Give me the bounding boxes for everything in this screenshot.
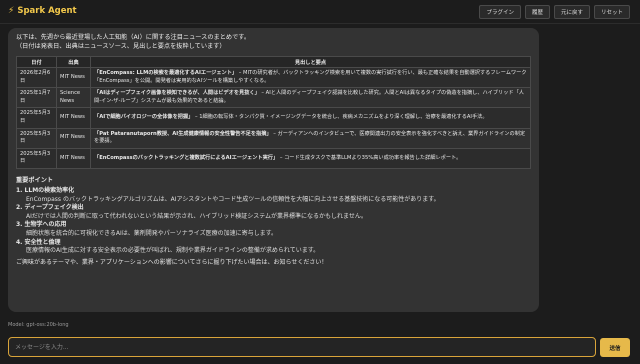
message-intro: 以下は、先週から最近登場した人工知能（AI）に関する注目ニュースのまとめです。 … <box>16 33 531 51</box>
row-headline: 「Pat Pataranutaporn教授、AI生成健康情報の安全性警告不足を指… <box>94 130 272 137</box>
assistant-message: 以下は、先週から最近登場した人工知能（AI）に関する注目ニュースのまとめです。 … <box>8 28 539 312</box>
model-label: Model: gpt-oss:20b-long <box>8 322 69 328</box>
row-summary: 「Pat Pataranutaporn教授、AI生成健康情報の安全性警告不足を指… <box>90 127 531 149</box>
row-source: Science News <box>56 87 91 109</box>
row-headline: 「AIで細胞バイオロジーの全体像を把握」 <box>94 114 194 121</box>
table-row: 2025年5月3日 MIT News 「AIで細胞バイオロジーの全体像を把握」 … <box>16 107 531 129</box>
plugins-button[interactable]: プラグイン <box>479 5 521 19</box>
reset-button[interactable]: リセット <box>593 5 630 19</box>
app-brand: ⚡ Spark Agent <box>8 6 77 16</box>
column-header-source: 出典 <box>56 56 91 68</box>
point-desc: 細胞状態を統合的に可視化できるAIは、薬剤開発やパーソナライズ医療の加速に寄与し… <box>26 229 277 237</box>
key-points-list: 1. LLMの検索効率化 EnCompass のバックトラッキングアルゴリズムは… <box>16 187 531 256</box>
point-title: 1. LLMの検索効率化 <box>16 186 75 194</box>
table-row: 2025年5月3日 MIT News 「Pat Pataranutaporn教授… <box>16 127 531 149</box>
list-item: 3. 生物学への応用 細胞状態を統合的に可視化できるAIは、薬剤開発やパーソナラ… <box>16 221 531 238</box>
bolt-icon: ⚡ <box>8 6 15 16</box>
top-bar: ⚡ Spark Agent プラグイン 履歴 元に戻す リセット <box>0 0 640 24</box>
app-title: Spark Agent <box>17 6 77 16</box>
row-source: MIT News <box>56 107 91 129</box>
row-headline: 「EnCompass: LLMの検索を最適化するAIエージェント」 <box>94 70 238 76</box>
table-header-row: 日付 出典 見出しと要点 <box>16 56 531 68</box>
row-headline: 「AIはディープフェイク画像を検知できるが、人間はビデオを見抜く」 <box>94 90 260 97</box>
list-item: 4. 安全性と倫理 医療情報のAI生成に対する安全表示の必要性が叫ばれ、規制や業… <box>16 239 531 256</box>
row-date: 2025年5月3日 <box>16 127 57 149</box>
table-row: 2026年2月6日 MIT News 「EnCompass: LLMの検索を最適… <box>16 66 531 89</box>
news-table: 日付 出典 見出しと要点 2026年2月6日 MIT News 「EnCompa… <box>16 56 531 169</box>
point-desc: EnCompass のバックトラッキングアルゴリズムは、AIアシスタントやコード… <box>26 195 440 203</box>
row-source: MIT News <box>56 66 91 89</box>
row-date: 2026年2月6日 <box>16 66 57 89</box>
undo-button[interactable]: 元に戻す <box>553 5 590 19</box>
column-header-date: 日付 <box>16 56 57 68</box>
point-title: 4. 安全性と倫理 <box>16 238 61 246</box>
row-source: MIT News <box>56 127 91 149</box>
history-button[interactable]: 履歴 <box>524 5 550 19</box>
composer: 送信 <box>0 330 640 364</box>
intro-line: 以下は、先週から最近登場した人工知能（AI）に関する注目ニュースのまとめです。 <box>16 34 251 41</box>
row-date: 2025年5月3日 <box>16 107 57 129</box>
send-button[interactable]: 送信 <box>600 338 630 357</box>
row-headline: 「EnCompassのバックトラッキングと複数試行によるAIエージェント実行」 <box>94 154 279 161</box>
row-summary: 「AIはディープフェイク画像を検知できるが、人間はビデオを見抜く」 – AIと人… <box>90 87 531 109</box>
row-summary: 「EnCompass: LLMの検索を最適化するAIエージェント」 – MITの… <box>90 66 531 89</box>
point-desc: 医療情報のAI生成に対する安全表示の必要性が叫ばれ、規制や業界ガイドラインの整備… <box>26 247 320 255</box>
closing-text: ご興味があるテーマや、業界・アプリケーションへの影響についてさらに掘り下げたい場… <box>16 258 328 266</box>
row-summary: 「AIで細胞バイオロジーの全体像を把握」 – 1細胞の転写体・タンパク質・イメー… <box>90 107 531 129</box>
row-summary-text: – コード生成タスクで基準LLMより35%高い成功率を報告した詳細レポート。 <box>278 154 462 161</box>
row-summary: 「EnCompassのバックトラッキングと複数試行によるAIエージェント実行」 … <box>90 147 531 169</box>
row-date: 2025年5月3日 <box>16 147 57 169</box>
toolbar: プラグイン 履歴 元に戻す リセット <box>479 5 630 19</box>
intro-line: （日付は発表日、出典はニュースソース、見出しと要点を抜粋しています） <box>16 43 226 50</box>
row-summary-text: – 1細胞の転写体・タンパク質・イメージングデータを統合し、疾病メカニズムをより… <box>193 114 488 121</box>
table-row: 2025年5月3日 MIT News 「EnCompassのバックトラッキングと… <box>16 147 531 169</box>
column-header-summary: 見出しと要点 <box>90 56 531 68</box>
point-title: 3. 生物学への応用 <box>16 221 67 229</box>
row-date: 2025年1月7日 <box>16 87 57 109</box>
list-item: 1. LLMの検索効率化 EnCompass のバックトラッキングアルゴリズムは… <box>16 187 531 204</box>
key-points-heading: 重要ポイント <box>16 176 54 184</box>
row-source: MIT News <box>56 147 91 169</box>
point-title: 2. ディープフェイク検出 <box>16 204 84 212</box>
list-item: 2. ディープフェイク検出 AIだけでは人間の判断に取って代われないという結果が… <box>16 204 531 221</box>
message-input[interactable] <box>8 337 596 357</box>
point-desc: AIだけでは人間の判断に取って代われないという結果が示され、ハイブリッド検証シス… <box>26 212 367 220</box>
table-row: 2025年1月7日 Science News 「AIはディープフェイク画像を検知… <box>16 87 531 109</box>
